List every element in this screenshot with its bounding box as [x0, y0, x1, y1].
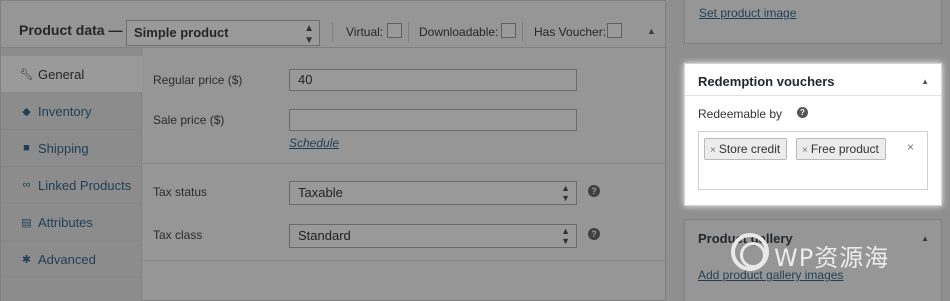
truck-icon: ■ — [23, 142, 30, 154]
sale-price-label: Sale price ($) — [153, 113, 225, 127]
virtual-checkbox[interactable] — [387, 23, 402, 38]
remove-token-icon[interactable]: × — [710, 145, 716, 156]
tax-status-select[interactable]: Taxable ▲ ▼ — [289, 181, 577, 205]
product-data-header: Product data — Simple product ▲ ▼ Virtual… — [1, 1, 667, 48]
redemption-vouchers-title: Redemption vouchers — [698, 74, 835, 89]
regular-price-input[interactable]: 40 — [289, 69, 577, 91]
tab-label: Attributes — [38, 214, 93, 230]
collapse-toggle-icon[interactable]: ▲ — [921, 234, 929, 243]
link-icon: ∞ — [22, 179, 31, 191]
tab-attributes[interactable]: ▤ Attributes — [1, 204, 142, 241]
divider — [408, 22, 409, 42]
collapse-toggle-icon[interactable]: ▲ — [647, 26, 656, 36]
tab-inventory[interactable]: ◆ Inventory — [1, 93, 142, 130]
redeemable-by-multiselect[interactable]: × Store credit × Free product × — [698, 131, 928, 190]
tab-label: Linked Products — [38, 177, 132, 193]
product-data-title: Product data — — [19, 22, 123, 38]
select-arrows-icon: ▲ ▼ — [561, 226, 570, 246]
tab-label: Inventory — [38, 103, 92, 119]
tax-status-value: Taxable — [298, 185, 343, 200]
divider — [332, 22, 333, 42]
set-product-image-link[interactable]: Set product image — [699, 6, 796, 20]
downloadable-checkbox[interactable] — [501, 23, 516, 38]
help-icon[interactable]: ? — [588, 228, 600, 240]
tax-status-label: Tax status — [153, 185, 208, 199]
tax-class-select[interactable]: Standard ▲ ▼ — [289, 224, 577, 248]
tab-linked-products[interactable]: ∞ Linked Products — [1, 167, 142, 204]
tab-label: Advanced — [38, 251, 96, 267]
tax-class-value: Standard — [298, 228, 351, 243]
virtual-label: Virtual: — [346, 25, 384, 39]
tab-general[interactable]: 🔧︎ General — [1, 56, 142, 93]
product-type-value: Simple product — [134, 25, 229, 40]
clear-all-icon[interactable]: × — [907, 140, 914, 154]
remove-token-icon[interactable]: × — [802, 145, 808, 156]
token-store-credit[interactable]: × Store credit — [704, 138, 788, 160]
redemption-vouchers-box: Redemption vouchers ▲ Redeemable by ? × S… — [684, 63, 942, 206]
redeemable-by-label: Redeemable by — [698, 107, 783, 121]
tab-label: General — [38, 66, 85, 82]
redemption-vouchers-header: Redemption vouchers ▲ — [685, 64, 941, 96]
product-type-select[interactable]: Simple product ▲ ▼ — [126, 20, 320, 46]
token-label: Store credit — [718, 142, 781, 156]
watermark-text: WP资源海 — [774, 244, 890, 272]
tab-label: Shipping — [38, 140, 89, 156]
product-data-tabs: 🔧︎ General ◆ Inventory ■ Shipping ∞ Link… — [1, 48, 142, 301]
select-arrows-icon: ▲ ▼ — [304, 23, 314, 46]
tab-shipping[interactable]: ■ Shipping — [1, 130, 142, 167]
downloadable-label: Downloadable: — [419, 25, 499, 39]
help-icon[interactable]: ? — [588, 185, 600, 197]
divider — [522, 22, 523, 42]
gear-icon: ✱ — [21, 253, 32, 266]
section-divider — [143, 260, 666, 261]
product-image-box: Set product image — [684, 0, 942, 44]
select-arrows-icon: ▲ ▼ — [561, 183, 570, 203]
token-label: Free product — [810, 142, 879, 156]
inventory-icon: ◆ — [22, 105, 31, 118]
collapse-toggle-icon[interactable]: ▲ — [921, 77, 929, 86]
tax-class-label: Tax class — [153, 228, 203, 242]
tab-advanced[interactable]: ✱ Advanced — [1, 241, 142, 278]
wrench-icon: 🔧︎ — [19, 68, 34, 81]
section-divider — [143, 163, 666, 164]
help-icon[interactable]: ? — [797, 107, 808, 118]
watermark-logo-icon — [731, 233, 769, 271]
token-free-product[interactable]: × Free product — [796, 138, 886, 160]
has-voucher-label: Has Voucher: — [534, 25, 607, 39]
schedule-link[interactable]: Schedule — [289, 136, 339, 150]
list-icon: ▤ — [21, 216, 32, 229]
sale-price-input[interactable] — [289, 109, 577, 131]
has-voucher-checkbox[interactable] — [607, 23, 622, 38]
product-data-panel: Product data — Simple product ▲ ▼ Virtual… — [0, 0, 667, 301]
regular-price-label: Regular price ($) — [153, 73, 243, 87]
